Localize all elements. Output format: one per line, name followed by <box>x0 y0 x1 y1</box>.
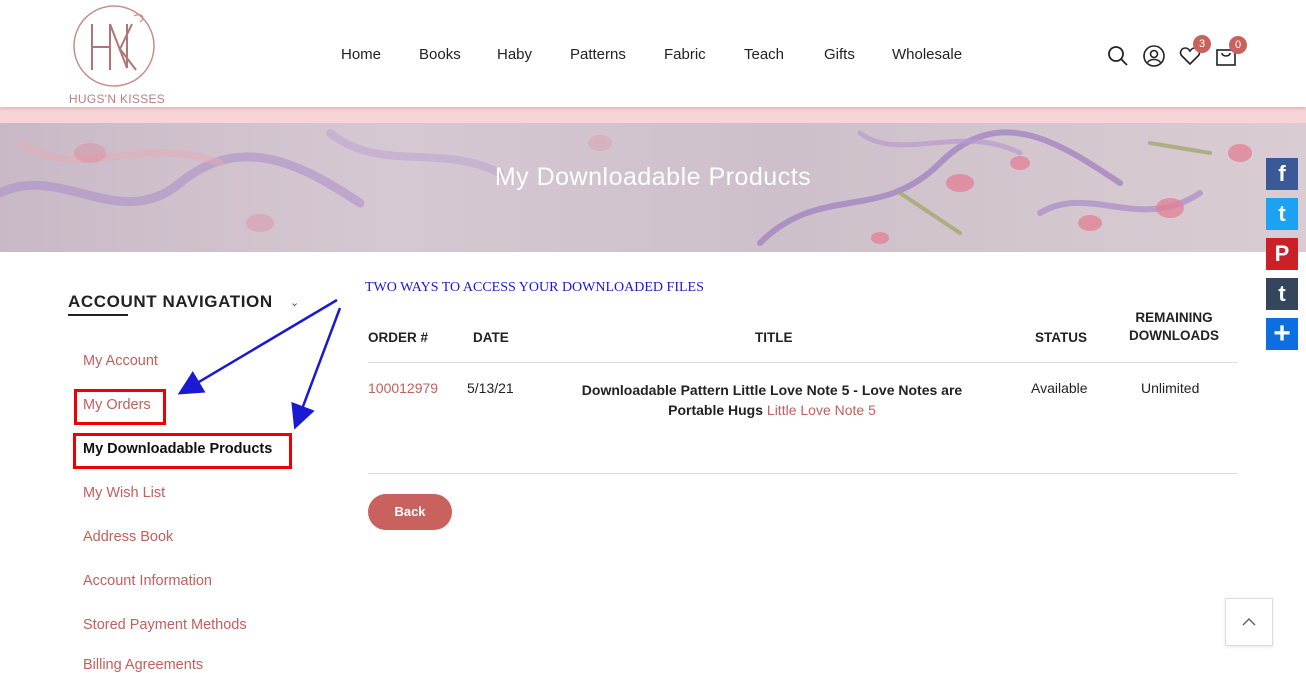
download-status: Available <box>1031 380 1088 396</box>
product-title: Downloadable Pattern Little Love Note 5 … <box>540 380 1004 420</box>
column-header-remaining-line1: REMAINING <box>1135 310 1213 325</box>
remaining-downloads: Unlimited <box>1141 380 1200 396</box>
account-navigation-title[interactable]: ACCOUNT NAVIGATION <box>68 292 273 316</box>
arrow-to-my-orders <box>177 298 338 395</box>
back-button[interactable]: Back <box>368 494 452 530</box>
chevron-down-icon[interactable]: ⌄ <box>290 296 299 309</box>
sidebar-item-address-book[interactable]: Address Book <box>83 529 173 545</box>
product-title-line2: Portable Hugs <box>668 402 764 418</box>
nav-teach[interactable]: Teach <box>744 46 784 63</box>
sidebar-item-stored-payment-methods[interactable]: Stored Payment Methods <box>83 617 247 633</box>
account-navigation-label: ACCOUNT NAVIGATION <box>68 292 273 311</box>
table-header-divider <box>368 362 1238 363</box>
site-header: HUGS'N KISSES Home Books Haby Patterns F… <box>0 0 1306 107</box>
title-underline <box>68 314 128 316</box>
twitter-icon[interactable]: t <box>1266 198 1298 230</box>
download-link[interactable]: Little Love Note 5 <box>767 402 876 418</box>
user-icon[interactable] <box>1142 44 1166 68</box>
chevron-up-icon <box>1242 617 1256 626</box>
nav-gifts[interactable]: Gifts <box>824 46 855 63</box>
column-header-title: TITLE <box>755 330 793 345</box>
pinterest-icon[interactable]: P <box>1266 238 1298 270</box>
table-bottom-divider <box>368 473 1238 474</box>
nav-fabric[interactable]: Fabric <box>664 46 706 63</box>
sidebar-item-my-wish-list[interactable]: My Wish List <box>83 485 165 501</box>
nav-haby[interactable]: Haby <box>497 46 532 63</box>
tumblr-icon[interactable]: t <box>1266 278 1298 310</box>
scroll-to-top-button[interactable] <box>1225 598 1273 646</box>
highlight-box-my-orders <box>74 389 166 425</box>
column-header-remaining-downloads: REMAINING DOWNLOADS <box>1124 310 1224 343</box>
nav-patterns[interactable]: Patterns <box>570 46 626 63</box>
arrow-to-downloadable-products <box>291 307 342 430</box>
sidebar-item-my-account[interactable]: My Account <box>83 353 158 369</box>
page-banner: My Downloadable Products <box>0 123 1306 252</box>
column-header-remaining-line2: DOWNLOADS <box>1129 328 1219 343</box>
nav-books[interactable]: Books <box>419 46 461 63</box>
cart-count-badge: 0 <box>1229 36 1247 54</box>
sidebar-item-account-information[interactable]: Account Information <box>83 573 212 589</box>
facebook-icon[interactable]: f <box>1266 158 1298 190</box>
nav-home[interactable]: Home <box>341 46 381 63</box>
wishlist-count-badge: 3 <box>1193 35 1211 53</box>
annotation-note: TWO WAYS TO ACCESS YOUR DOWNLOADED FILES <box>365 280 704 295</box>
highlight-box-my-downloadable-products <box>73 433 292 469</box>
column-header-status: STATUS <box>1035 330 1087 345</box>
sidebar-item-billing-agreements[interactable]: Billing Agreements <box>83 657 203 673</box>
logo-text: HUGS'N KISSES <box>68 92 166 106</box>
header-divider-bar <box>0 107 1306 123</box>
search-icon[interactable] <box>1106 44 1130 68</box>
order-date: 5/13/21 <box>467 380 514 396</box>
column-header-date: DATE <box>473 330 509 345</box>
column-header-order: ORDER # <box>368 330 429 345</box>
page-title: My Downloadable Products <box>494 163 812 191</box>
order-number-link[interactable]: 100012979 <box>368 380 438 396</box>
product-title-line1: Downloadable Pattern Little Love Note 5 … <box>581 382 963 398</box>
share-icon[interactable]: + <box>1266 317 1298 350</box>
nav-wholesale[interactable]: Wholesale <box>892 46 962 63</box>
